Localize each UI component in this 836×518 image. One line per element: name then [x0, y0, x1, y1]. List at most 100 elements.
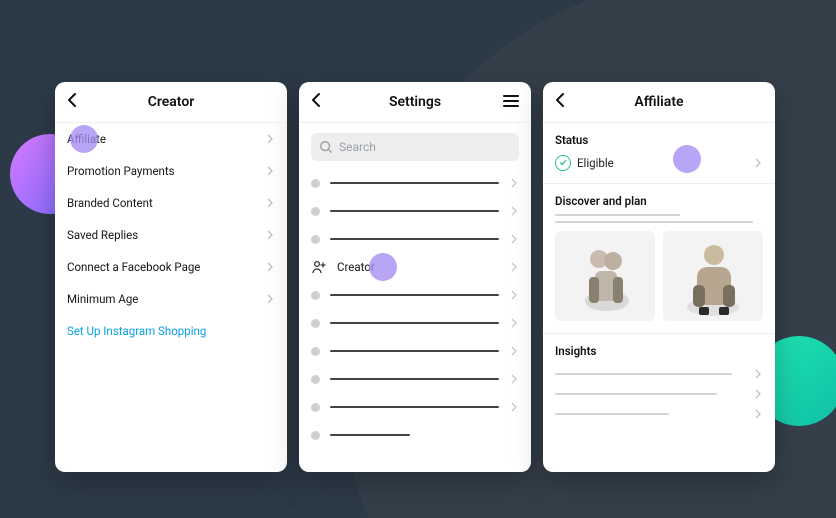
chevron-right-icon	[509, 178, 519, 188]
placeholder-line	[330, 294, 499, 296]
discover-label: Discover and plan	[555, 194, 763, 208]
placeholder-line	[330, 210, 499, 212]
title: Settings	[389, 94, 441, 110]
thumbnail-icon	[555, 231, 655, 321]
highlight-dot	[673, 145, 701, 173]
bullet-icon	[311, 179, 320, 188]
phone-settings: Settings Search Creator	[299, 82, 531, 472]
phone-affiliate: Affiliate Status Eligible Discover and p…	[543, 82, 775, 472]
settings-item[interactable]	[311, 421, 519, 449]
chevron-right-icon	[509, 402, 519, 412]
placeholder-line	[330, 238, 499, 240]
insights-item[interactable]	[555, 364, 763, 384]
row-minimum-age[interactable]: Minimum Age	[67, 283, 275, 315]
back-button[interactable]	[309, 92, 325, 108]
chevron-right-icon	[753, 158, 763, 168]
row-branded-content[interactable]: Branded Content	[67, 187, 275, 219]
thumbnail-icon	[663, 231, 763, 321]
highlight-dot	[70, 125, 98, 153]
search-input[interactable]: Search	[311, 133, 519, 161]
placeholder-line	[330, 322, 499, 324]
hamburger-icon[interactable]	[503, 95, 519, 107]
search-placeholder: Search	[339, 140, 376, 154]
chevron-right-icon	[753, 389, 763, 399]
status-value: Eligible	[577, 156, 614, 170]
bullet-icon	[311, 375, 320, 384]
chevron-right-icon	[265, 294, 275, 304]
chevron-right-icon	[509, 262, 519, 272]
content-card[interactable]	[663, 231, 763, 321]
chevron-right-icon	[753, 369, 763, 379]
bullet-icon	[311, 319, 320, 328]
settings-item[interactable]	[311, 197, 519, 225]
placeholder-line	[555, 214, 680, 216]
chevron-right-icon	[753, 409, 763, 419]
placeholder-line	[555, 393, 717, 395]
row-affiliate[interactable]: Affiliate	[67, 123, 275, 155]
bullet-icon	[311, 347, 320, 356]
bullet-icon	[311, 207, 320, 216]
back-button[interactable]	[65, 92, 81, 108]
row-promotion-payments[interactable]: Promotion Payments	[67, 155, 275, 187]
placeholder-line	[330, 350, 499, 352]
chevron-right-icon	[509, 206, 519, 216]
settings-item[interactable]	[311, 337, 519, 365]
stage: Creator Affiliate Promotion Payments Bra…	[0, 0, 836, 518]
settings-item[interactable]	[311, 169, 519, 197]
settings-item[interactable]	[311, 281, 519, 309]
highlight-dot	[369, 253, 397, 281]
phones-row: Creator Affiliate Promotion Payments Bra…	[55, 82, 775, 472]
title: Affiliate	[634, 94, 683, 110]
bullet-icon	[311, 431, 320, 440]
label: Saved Replies	[67, 228, 138, 242]
header: Creator	[55, 82, 287, 123]
header: Affiliate	[543, 82, 775, 123]
discover-cards	[555, 231, 763, 321]
placeholder-line	[330, 434, 410, 436]
chevron-right-icon	[509, 374, 519, 384]
bullet-icon	[311, 403, 320, 412]
chevron-right-icon	[265, 262, 275, 272]
title: Creator	[148, 94, 195, 110]
insights-label: Insights	[555, 344, 763, 358]
settings-item[interactable]	[311, 365, 519, 393]
chevron-right-icon	[509, 318, 519, 328]
chevron-right-icon	[509, 234, 519, 244]
label: Minimum Age	[67, 292, 138, 306]
chevron-right-icon	[509, 346, 519, 356]
row-connect-facebook[interactable]: Connect a Facebook Page	[67, 251, 275, 283]
bullet-icon	[311, 291, 320, 300]
body: Status Eligible Discover and plan	[543, 123, 775, 472]
settings-item-creator[interactable]: Creator	[311, 253, 519, 281]
placeholder-line	[330, 182, 499, 184]
insights-item[interactable]	[555, 384, 763, 404]
status-label: Status	[555, 133, 763, 147]
chevron-right-icon	[265, 230, 275, 240]
label: Promotion Payments	[67, 164, 175, 178]
settings-item[interactable]	[311, 393, 519, 421]
back-button[interactable]	[553, 92, 569, 108]
divider	[543, 183, 775, 184]
label: Connect a Facebook Page	[67, 260, 200, 274]
row-saved-replies[interactable]: Saved Replies	[67, 219, 275, 251]
bullet-icon	[311, 235, 320, 244]
chevron-right-icon	[509, 290, 519, 300]
label: Branded Content	[67, 196, 153, 210]
row-setup-shopping[interactable]: Set Up Instagram Shopping	[67, 315, 275, 347]
check-circle-icon	[555, 155, 571, 171]
header: Settings	[299, 82, 531, 123]
status-row[interactable]: Eligible	[555, 153, 763, 173]
placeholder-line	[555, 373, 732, 375]
phone-creator: Creator Affiliate Promotion Payments Bra…	[55, 82, 287, 472]
content-card[interactable]	[555, 231, 655, 321]
chevron-right-icon	[265, 198, 275, 208]
settings-item[interactable]	[311, 225, 519, 253]
cta-link[interactable]: Set Up Instagram Shopping	[67, 324, 206, 338]
person-add-icon	[311, 259, 327, 275]
insights-item[interactable]	[555, 404, 763, 424]
placeholder-line	[330, 406, 499, 408]
settings-item[interactable]	[311, 309, 519, 337]
chevron-right-icon	[265, 134, 275, 144]
search-icon	[319, 140, 333, 154]
divider	[543, 333, 775, 334]
